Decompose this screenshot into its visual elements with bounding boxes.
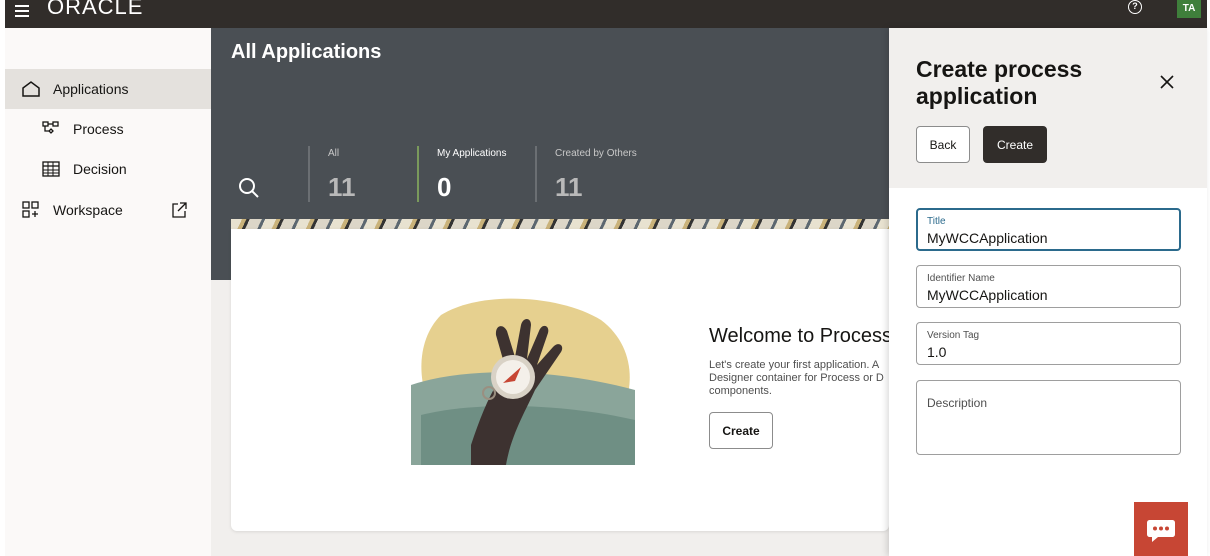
sidebar-item-applications[interactable]: Applications bbox=[5, 69, 211, 109]
tile-divider bbox=[417, 146, 419, 202]
sidebar-item-decision[interactable]: Decision bbox=[5, 149, 211, 189]
table-grid-icon bbox=[41, 159, 61, 179]
tile-divider bbox=[535, 146, 537, 202]
sidebar: Applications Process Decision Workspace bbox=[5, 28, 211, 556]
oracle-logo: ORACLE bbox=[47, 0, 144, 19]
sidebar-item-process[interactable]: Process bbox=[5, 109, 211, 149]
drawer-header: Create process application Back Create bbox=[889, 28, 1207, 188]
tile-label: My Applications bbox=[437, 148, 507, 159]
process-flow-icon bbox=[41, 119, 61, 139]
sidebar-item-label: Applications bbox=[53, 81, 129, 97]
welcome-card: Welcome to Process Let's create your fir… bbox=[231, 229, 889, 531]
title-input[interactable] bbox=[927, 230, 1167, 246]
sidebar-item-workspace[interactable]: Workspace bbox=[5, 190, 211, 230]
tile-label: All bbox=[328, 148, 340, 159]
close-icon[interactable] bbox=[1157, 72, 1177, 92]
title-field-label: Title bbox=[927, 216, 946, 227]
tile-divider bbox=[308, 146, 310, 202]
home-icon bbox=[21, 79, 41, 99]
sidebar-item-label: Workspace bbox=[53, 202, 123, 218]
version-field-label: Version Tag bbox=[927, 330, 980, 341]
sidebar-item-label: Decision bbox=[73, 161, 127, 177]
tile-count: 0 bbox=[437, 172, 452, 202]
page-title: All Applications bbox=[231, 41, 382, 63]
chat-bubble-icon bbox=[1147, 520, 1175, 542]
title-field[interactable]: Title bbox=[916, 208, 1181, 251]
user-avatar[interactable]: TA bbox=[1177, 0, 1201, 18]
back-button[interactable]: Back bbox=[916, 126, 970, 163]
welcome-create-button[interactable]: Create bbox=[709, 412, 773, 449]
hand-compass-illustration bbox=[411, 298, 635, 465]
external-link-icon[interactable] bbox=[171, 202, 187, 218]
help-circle-icon[interactable]: ? bbox=[1128, 0, 1142, 14]
tile-count: 11 bbox=[328, 172, 356, 202]
version-tag-field[interactable]: Version Tag bbox=[916, 322, 1181, 365]
drawer-title: Create process application bbox=[916, 56, 1083, 109]
tile-label: Created by Others bbox=[555, 148, 637, 159]
welcome-title: Welcome to Process bbox=[709, 325, 889, 347]
create-process-application-drawer: Create process application Back Create T… bbox=[889, 28, 1207, 556]
version-tag-input[interactable] bbox=[927, 344, 1167, 360]
welcome-description: Let's create your first application. A D… bbox=[709, 359, 884, 397]
tile-my-applications[interactable]: My Applications 0 bbox=[417, 146, 535, 202]
tile-created-by-others[interactable]: Created by Others 11 bbox=[535, 146, 675, 202]
description-field[interactable]: Description bbox=[916, 380, 1181, 455]
create-button[interactable]: Create bbox=[983, 126, 1047, 163]
tile-all[interactable]: All 11 bbox=[308, 146, 416, 202]
identifier-field-label: Identifier Name bbox=[927, 273, 995, 284]
identifier-name-input[interactable] bbox=[927, 287, 1167, 303]
top-bar: ORACLE ? TA bbox=[5, 0, 1207, 28]
description-field-label: Description bbox=[927, 396, 988, 410]
decorative-pattern-strip bbox=[231, 219, 889, 229]
search-icon[interactable] bbox=[237, 176, 261, 200]
sidebar-item-label: Process bbox=[73, 121, 124, 137]
workspace-grid-icon bbox=[21, 200, 41, 220]
hamburger-menu-icon[interactable] bbox=[15, 5, 29, 17]
identifier-name-field[interactable]: Identifier Name bbox=[916, 265, 1181, 308]
chat-button[interactable] bbox=[1134, 502, 1188, 556]
tile-count: 11 bbox=[555, 172, 583, 202]
